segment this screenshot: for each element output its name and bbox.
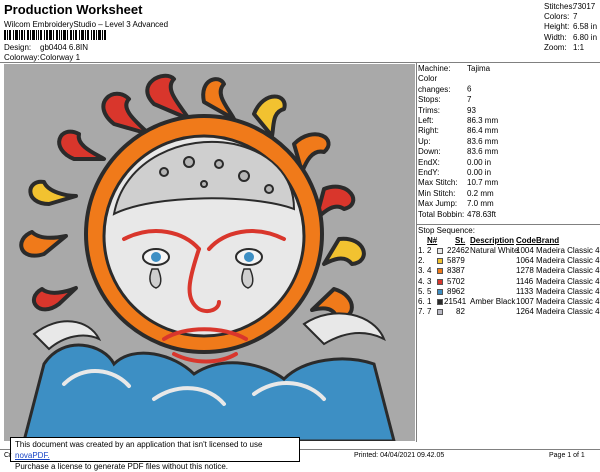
stat-stitches: Stitches:73017 (544, 2, 596, 11)
param-row: Max Stitch: 10.7 mm (418, 178, 499, 188)
top-stats: Stitches:73017 Colors: 7 Height: 6.58 in W… (544, 2, 597, 53)
color-swatch (437, 248, 443, 254)
color-swatch (437, 298, 443, 305)
param-row: EndY: 0.00 in (418, 168, 492, 178)
color-swatch (437, 288, 443, 295)
param-row: Machine: Tajima (418, 64, 491, 73)
design-label: Design: (4, 43, 32, 52)
param-row: Max Jump: 7.0 mm (418, 199, 494, 209)
stat-zoom: Zoom: 1:1 (544, 42, 585, 52)
colorway-line: Colorway:Colorway 1 (4, 53, 80, 62)
param-row: Color changes: 6 (418, 74, 472, 94)
notice-line-1: This document was created by an applicat… (15, 440, 263, 449)
footer-cr: Cr (4, 452, 12, 459)
header-divider (0, 62, 600, 63)
design-preview (4, 64, 415, 441)
col-header-n: N# (427, 236, 438, 245)
machine-params: Machine: Tajima Color changes: 6 Stops: 7 T… (418, 64, 498, 220)
col-header-brand: Brand (536, 236, 560, 245)
stat-width: Width: 6.80 in (544, 32, 598, 42)
param-row: Total Bobbin: 478.63ft (418, 209, 496, 219)
color-swatch (437, 309, 443, 316)
col-header-description: Description (470, 236, 515, 245)
color-swatch (437, 278, 443, 285)
color-swatch (437, 258, 443, 265)
column-divider (416, 62, 417, 442)
param-row: Right: 86.4 mm (418, 126, 499, 136)
printed-timestamp: Printed: 04/04/2021 09.42.05 (354, 452, 445, 459)
barcode (4, 30, 106, 40)
page-title: Production Worksheet (4, 2, 143, 17)
col-header-st: St. (455, 236, 466, 245)
param-row: Up: 83.6 mm (418, 136, 499, 146)
design-value: gb0404 6.8IN (40, 43, 89, 52)
sequence-divider (416, 224, 600, 225)
design-line: Design: gb0404 6.8IN (4, 43, 88, 52)
param-row: Left: 86.3 mm (418, 116, 499, 126)
param-row: Min Stitch: 0.2 mm (418, 188, 494, 198)
license-notice: This document was created by an applicat… (10, 437, 300, 471)
stop-sequence-title: Stop Sequence: (418, 226, 475, 235)
color-swatch (437, 268, 443, 275)
page-number: Page 1 of 1 (549, 452, 585, 459)
col-header-code: Code (516, 236, 536, 245)
novapdf-link[interactable]: novaPDF. (15, 451, 50, 460)
param-row: Trims: 93 (418, 105, 476, 115)
colorway-value: Colorway 1 (40, 53, 81, 62)
stat-height: Height: 6.58 in (544, 22, 598, 32)
software-subtitle: Wilcom EmbroideryStudio – Level 3 Advanc… (4, 20, 169, 29)
notice-line-2: Purchase a license to generate PDF files… (15, 462, 228, 471)
stat-colors: Colors: 7 (544, 12, 578, 22)
param-row: Stops: 7 (418, 95, 472, 105)
colorway-label: Colorway: (4, 53, 40, 62)
param-row: EndX: 0.00 in (418, 157, 492, 167)
sun-embroidery-image (19, 73, 396, 441)
param-row: Down: 83.6 mm (418, 147, 499, 157)
